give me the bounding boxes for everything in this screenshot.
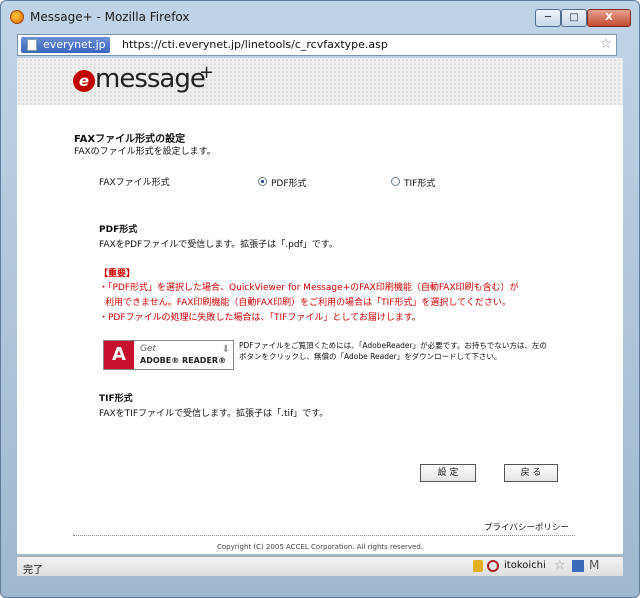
page-icon — [27, 39, 37, 51]
back-button[interactable]: 戻 る — [504, 464, 558, 482]
page-content: e message + FAXファイル形式の設定 FAXのファイル形式を設定しま… — [17, 58, 623, 554]
logo-text: message — [95, 64, 206, 94]
tif-radio-label[interactable]: TIF形式 — [404, 176, 435, 189]
status-user[interactable]: itokoichi — [504, 560, 546, 571]
adobe-get-text: Get — [140, 344, 157, 354]
close-button[interactable]: X — [587, 9, 631, 27]
get-adobe-reader-button[interactable]: A Get ADOBE® READER® ⬇ — [103, 340, 234, 370]
pdf-radio[interactable] — [258, 177, 267, 186]
tif-heading: TIF形式 — [99, 394, 133, 404]
site-identity-button[interactable]: everynet.jp — [21, 37, 110, 53]
important-line: ・PDFファイルの処理に失敗した場合は、「TIFファイル」としてお届けします。 — [99, 313, 421, 323]
site-name: everynet.jp — [43, 38, 106, 51]
minimize-button[interactable]: ─ — [535, 9, 561, 27]
important-title: 【重要】 — [99, 269, 136, 279]
download-arrow-icon: ⬇ — [221, 344, 230, 355]
fax-format-label: FAXファイル形式 — [99, 178, 170, 188]
mail-icon[interactable]: M — [589, 558, 599, 572]
tif-radio[interactable] — [391, 177, 400, 186]
tif-description: FAXをTIFファイルで受信します。拡張子は「.tif」です。 — [99, 409, 329, 419]
page-description: FAXのファイル形式を設定します。 — [74, 147, 216, 157]
pdf-description: FAXをPDFファイルで受信します。拡張子は「.pdf」です。 — [99, 240, 338, 250]
bookmark-star-icon[interactable]: ☆ — [599, 36, 612, 52]
logo-plus: + — [199, 62, 215, 83]
url-text[interactable]: https://cti.everynet.jp/linetools/c_rcvf… — [122, 38, 388, 51]
page-title: FAXファイル形式の設定 — [74, 134, 186, 145]
addon-icon[interactable] — [572, 560, 584, 572]
important-line: ・「PDF形式」を選択した場合、QuickViewer for Message+… — [99, 283, 519, 293]
pdf-radio-label[interactable]: PDF形式 — [271, 176, 307, 189]
address-bar[interactable]: everynet.jp https://cti.everynet.jp/line… — [17, 34, 617, 56]
status-text: 完了 — [23, 565, 43, 576]
globe-icon[interactable] — [487, 560, 499, 572]
footer-divider — [73, 535, 575, 536]
important-line: 利用できません。FAX印刷機能（自動FAX印刷）をご利用の場合は「TIF形式」を… — [105, 298, 511, 308]
privacy-policy-link[interactable]: プライバシーポリシー — [484, 521, 569, 533]
set-button[interactable]: 設 定 — [420, 464, 476, 482]
header-band: e message + — [17, 58, 623, 105]
adobe-reader-note: PDFファイルをご覧頂くためには、「AdobeReader」が必要です。お持ちで… — [239, 341, 547, 361]
star-icon[interactable]: ☆ — [554, 558, 566, 573]
status-bar: 完了 itokoichi ☆ M — [17, 556, 623, 576]
firefox-icon — [10, 10, 24, 24]
copyright-text: Copyright (C) 2005 ACCEL Corporation. Al… — [216, 543, 424, 551]
lock-icon[interactable] — [473, 560, 483, 572]
title-bar: Message+ - Mozilla Firefox ─ □ X — [6, 4, 634, 30]
maximize-button[interactable]: □ — [561, 9, 587, 27]
adobe-reader-text: ADOBE® READER® — [140, 356, 227, 365]
logo-mark: e — [73, 70, 95, 92]
adobe-logo-icon: A — [104, 341, 134, 369]
pdf-heading: PDF形式 — [99, 225, 138, 235]
window-title: Message+ - Mozilla Firefox — [30, 10, 190, 24]
